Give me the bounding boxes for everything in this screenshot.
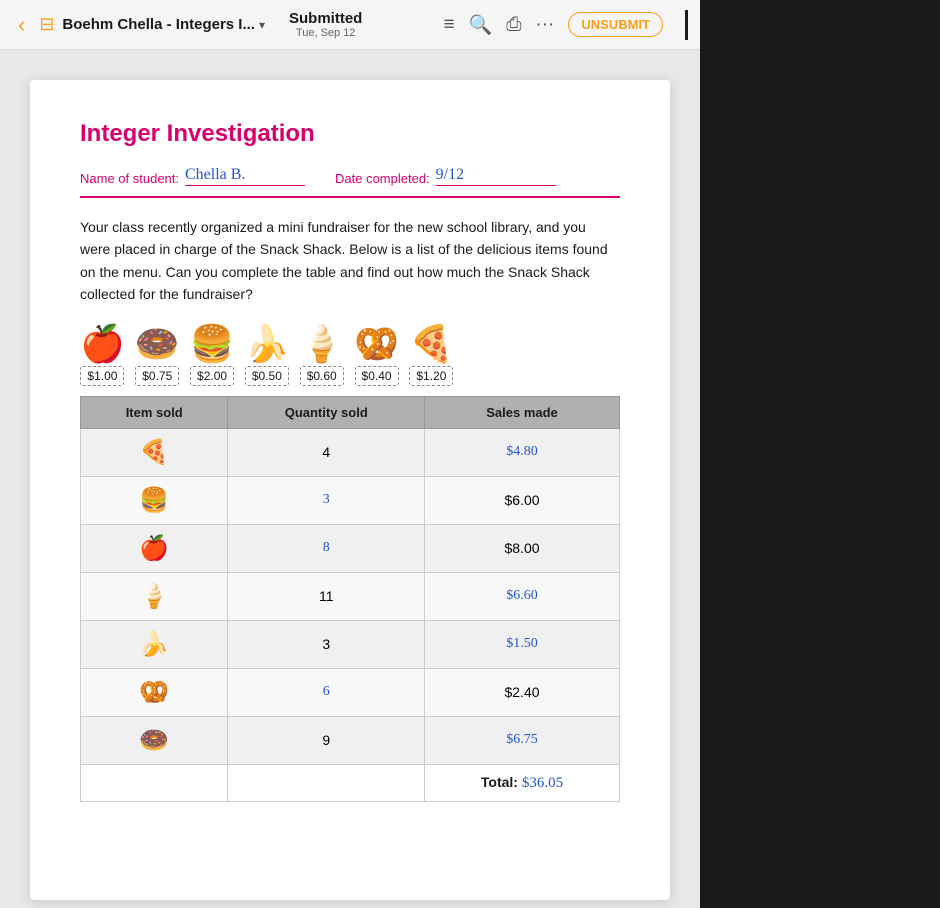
food-item: 🥨 $0.40 (354, 326, 399, 386)
page-title: Integer Investigation (80, 120, 620, 148)
table-cell-sales: $1.50 (425, 620, 620, 668)
food-emoji: 🍔 (190, 326, 235, 362)
top-bar: ‹ ⊟ Boehm Chella - Integers I... ▾ Submi… (0, 0, 700, 50)
table-row: 🍎8$8.00 (81, 524, 620, 572)
food-emoji: 🍩 (135, 326, 180, 362)
print-icon[interactable]: ⎙ (506, 14, 521, 36)
name-date-row: Name of student: Chella B. Date complete… (80, 166, 620, 186)
doc-title: Boehm Chella - Integers I... (62, 16, 255, 33)
food-emoji: 🍦 (299, 326, 344, 362)
table-cell-sales: $6.60 (425, 572, 620, 620)
table-header: Item sold Quantity sold Sales made (81, 396, 620, 428)
table-row: 🍕4$4.80 (81, 428, 620, 476)
table-cell-quantity: 8 (228, 524, 425, 572)
table-cell-quantity: 4 (228, 428, 425, 476)
description-text: Your class recently organized a mini fun… (80, 216, 620, 306)
food-items-row: 🍎 $1.00 🍩 $0.75 🍔 $2.00 🍌 $0.50 🍦 $0.60 … (80, 326, 620, 386)
name-label: Name of student: (80, 171, 179, 186)
price-box: $1.20 (409, 366, 453, 386)
table-cell-icon: 🍔 (81, 476, 228, 524)
layout-icon: ⊟ (39, 14, 54, 35)
top-bar-right: ≡ 🔍 ⎙ ··· UNSUBMIT (443, 10, 688, 40)
doc-area: Integer Investigation Name of student: C… (0, 50, 700, 908)
col-header-quantity: Quantity sold (228, 396, 425, 428)
chevron-down-icon[interactable]: ▾ (259, 18, 265, 32)
table-header-row: Item sold Quantity sold Sales made (81, 396, 620, 428)
unsubmit-button[interactable]: UNSUBMIT (568, 12, 663, 37)
doc-title-area: Boehm Chella - Integers I... ▾ (62, 16, 265, 33)
name-field-group: Name of student: Chella B. (80, 166, 305, 186)
more-icon[interactable]: ··· (535, 14, 554, 36)
total-label: Total: (481, 774, 518, 790)
food-item: 🍎 $1.00 (80, 326, 125, 386)
col-header-sales: Sales made (425, 396, 620, 428)
table-cell-icon: 🍌 (81, 620, 228, 668)
date-field-group: Date completed: 9/12 (335, 166, 556, 186)
price-box: $1.00 (80, 366, 124, 386)
total-blank-2 (228, 764, 425, 801)
table-body: 🍕4$4.80🍔3$6.00🍎8$8.00🍦11$6.60🍌3$1.50🥨6$2… (81, 428, 620, 801)
table-cell-icon: 🍦 (81, 572, 228, 620)
table-row: 🍌3$1.50 (81, 620, 620, 668)
submitted-date: Tue, Sep 12 (296, 27, 356, 39)
table-cell-icon: 🍎 (81, 524, 228, 572)
section-divider (80, 196, 620, 198)
price-box: $0.75 (135, 366, 179, 386)
top-bar-left: ‹ ⊟ Boehm Chella - Integers I... ▾ Submi… (12, 10, 443, 40)
date-label: Date completed: (335, 171, 430, 186)
food-item: 🍩 $0.75 (135, 326, 180, 386)
table-cell-icon: 🍕 (81, 428, 228, 476)
table-cell-quantity: 9 (228, 716, 425, 764)
food-item: 🍦 $0.60 (299, 326, 344, 386)
total-value: $36.05 (522, 775, 563, 791)
submitted-label: Submitted (289, 10, 362, 27)
submitted-area: Submitted Tue, Sep 12 (289, 10, 362, 39)
table-total-row: Total: $36.05 (81, 764, 620, 801)
date-value: 9/12 (436, 166, 556, 186)
food-emoji: 🥨 (354, 326, 399, 362)
data-table: Item sold Quantity sold Sales made 🍕4$4.… (80, 396, 620, 802)
table-cell-sales: $4.80 (425, 428, 620, 476)
price-box: $0.60 (300, 366, 344, 386)
price-box: $2.00 (190, 366, 234, 386)
table-cell-sales: $2.40 (425, 668, 620, 716)
table-cell-sales: $6.00 (425, 476, 620, 524)
name-value: Chella B. (185, 166, 305, 186)
food-item: 🍔 $2.00 (190, 326, 235, 386)
table-cell-icon: 🥨 (81, 668, 228, 716)
total-blank-1 (81, 764, 228, 801)
food-emoji: 🍌 (244, 326, 289, 362)
table-row: 🥨6$2.40 (81, 668, 620, 716)
price-box: $0.50 (245, 366, 289, 386)
table-cell-sales: $6.75 (425, 716, 620, 764)
layout-toggle-button[interactable]: ⊟ (39, 14, 54, 35)
food-emoji: 🍎 (80, 326, 125, 362)
food-item: 🍌 $0.50 (244, 326, 289, 386)
back-button[interactable]: ‹ (12, 10, 31, 40)
total-cell: Total: $36.05 (425, 764, 620, 801)
table-row: 🍔3$6.00 (81, 476, 620, 524)
table-row: 🍩9$6.75 (81, 716, 620, 764)
table-row: 🍦11$6.60 (81, 572, 620, 620)
food-emoji: 🍕 (409, 326, 454, 362)
col-header-item: Item sold (81, 396, 228, 428)
doc-page: Integer Investigation Name of student: C… (30, 80, 670, 900)
table-cell-quantity: 3 (228, 476, 425, 524)
search-icon[interactable]: 🔍 (469, 13, 493, 37)
right-panel (700, 50, 940, 908)
table-cell-quantity: 6 (228, 668, 425, 716)
main-layout: Integer Investigation Name of student: C… (0, 50, 940, 908)
table-cell-quantity: 11 (228, 572, 425, 620)
divider (685, 10, 688, 40)
table-cell-icon: 🍩 (81, 716, 228, 764)
list-icon[interactable]: ≡ (443, 14, 454, 36)
price-box: $0.40 (355, 366, 399, 386)
table-cell-quantity: 3 (228, 620, 425, 668)
table-cell-sales: $8.00 (425, 524, 620, 572)
food-item: 🍕 $1.20 (409, 326, 454, 386)
